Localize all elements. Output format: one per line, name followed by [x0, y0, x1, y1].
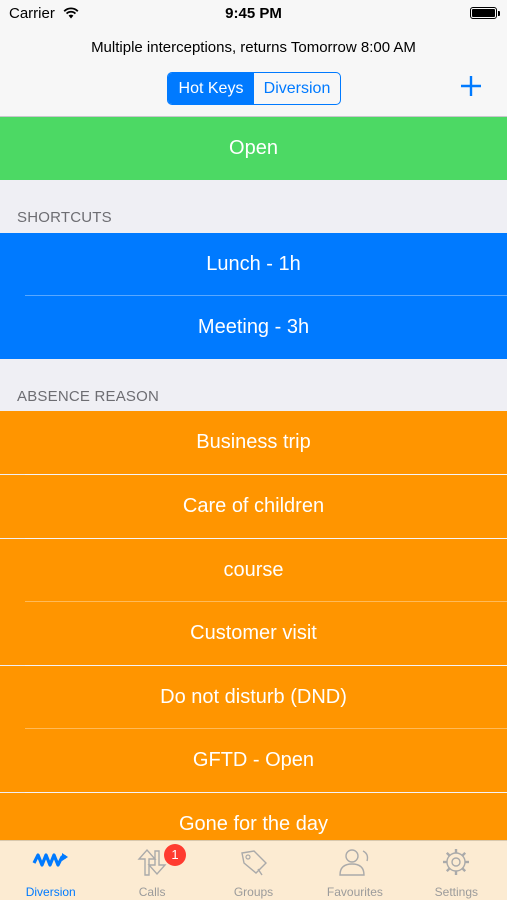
segment-diversion[interactable]: Diversion [254, 73, 340, 104]
section-header-shortcuts: SHORTCUTS [17, 209, 112, 226]
tab-bar: Diversion Calls Groups Favourites Settin… [0, 840, 507, 900]
groups-icon [238, 847, 270, 880]
shortcut-lunch[interactable]: Lunch - 1h [0, 233, 507, 296]
clock: 9:45 PM [225, 5, 282, 22]
section-header-absence-reason: ABSENCE REASON [17, 388, 160, 405]
absence-business-trip[interactable]: Business trip [0, 411, 507, 474]
tab-settings[interactable]: Settings [406, 841, 507, 900]
tab-label: Groups [233, 885, 274, 899]
segmented-control: Hot Keys Diversion [167, 72, 341, 105]
tab-label: Settings [434, 885, 478, 899]
absence-gftd-open[interactable]: GFTD - Open [0, 729, 507, 792]
tab-diversion[interactable]: Diversion [0, 841, 101, 900]
calls-badge: 1 [164, 844, 186, 866]
absence-customer-visit[interactable]: Customer visit [0, 602, 507, 665]
absence-care-of-children[interactable]: Care of children [0, 475, 507, 538]
tab-label: Favourites [326, 885, 383, 899]
tab-label: Calls [138, 885, 166, 899]
favourites-icon [337, 847, 373, 880]
status-subtitle: Multiple interceptions, returns Tomorrow… [91, 39, 416, 56]
open-button[interactable]: Open [0, 117, 507, 180]
absence-do-not-disturb[interactable]: Do not disturb (DND) [0, 666, 507, 729]
segment-hot-keys[interactable]: Hot Keys [168, 73, 254, 104]
navigation-bar: Multiple interceptions, returns Tomorrow… [0, 28, 507, 117]
tab-groups[interactable]: Groups [203, 841, 304, 900]
absence-course[interactable]: course [0, 539, 507, 602]
plus-icon[interactable] [459, 74, 483, 98]
shortcut-meeting[interactable]: Meeting - 3h [0, 296, 507, 359]
battery-icon [470, 7, 500, 19]
tab-calls[interactable]: Calls [101, 841, 202, 900]
settings-icon [441, 847, 471, 880]
diversion-icon [32, 847, 70, 874]
tab-label: Diversion [25, 885, 76, 899]
tab-favourites[interactable]: Favourites [304, 841, 405, 900]
status-bar: Carrier 9:45 PM [0, 0, 507, 28]
